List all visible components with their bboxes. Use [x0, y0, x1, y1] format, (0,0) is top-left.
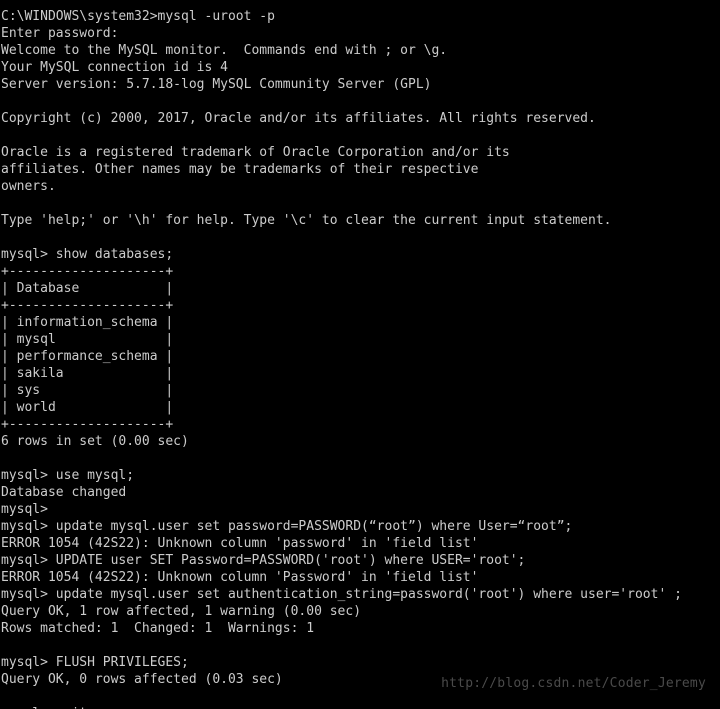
console-line: +--------------------+ [1, 264, 174, 279]
console-output: C:\WINDOWS\system32>mysql -uroot -p Enter… [1, 8, 720, 709]
console-line: Type 'help;' or '\h' for help. Type '\c'… [1, 213, 612, 228]
console-line: | sys | [1, 383, 174, 398]
console-line: Server version: 5.7.18-log MySQL Communi… [1, 77, 432, 92]
console-line: mysql> update mysql.user set authenticat… [1, 587, 682, 602]
console-line: | information_schema | [1, 315, 174, 330]
console-line: Enter password: [1, 26, 119, 41]
console-line: mysql> UPDATE user SET Password=PASSWORD… [1, 553, 526, 568]
console-line: mysql> quit [1, 705, 720, 709]
console-line: | performance_schema | [1, 349, 174, 364]
console-line: Query OK, 1 row affected, 1 warning (0.0… [1, 604, 362, 619]
console-line: ERROR 1054 (42S22): Unknown column 'Pass… [1, 570, 479, 585]
watermark-url: http://blog.csdn.net/Coder_Jeremy [441, 676, 706, 691]
console-line: mysql> [1, 502, 48, 517]
console-line: | Database | [1, 281, 174, 296]
console-line: 6 rows in set (0.00 sec) [1, 434, 189, 449]
console-line: affiliates. Other names may be trademark… [1, 162, 479, 177]
console-line: | sakila | [1, 366, 174, 381]
console-line: ERROR 1054 (42S22): Unknown column 'pass… [1, 536, 479, 551]
console-line: Welcome to the MySQL monitor. Commands e… [1, 43, 448, 58]
console-line: Oracle is a registered trademark of Orac… [1, 145, 510, 160]
terminal-window[interactable]: C:\WINDOWS\system32>mysql -uroot -p Enter… [0, 0, 720, 709]
console-line: mysql> FLUSH PRIVILEGES; [1, 655, 189, 670]
console-line: C:\WINDOWS\system32>mysql -uroot -p [1, 9, 275, 24]
console-line: +--------------------+ [1, 417, 174, 432]
console-line: Copyright (c) 2000, 2017, Oracle and/or … [1, 111, 596, 126]
console-line: Your MySQL connection id is 4 [1, 60, 228, 75]
console-line: | world | [1, 400, 174, 415]
console-line: mysql> update mysql.user set password=PA… [1, 519, 573, 534]
console-line: +--------------------+ [1, 298, 174, 313]
console-line: mysql> use mysql; [1, 468, 135, 483]
console-line: Database changed [1, 485, 127, 500]
console-line: | mysql | [1, 332, 174, 347]
console-line: owners. [1, 179, 56, 194]
console-line: Rows matched: 1 Changed: 1 Warnings: 1 [1, 621, 315, 636]
console-line: mysql> show databases; [1, 247, 174, 262]
